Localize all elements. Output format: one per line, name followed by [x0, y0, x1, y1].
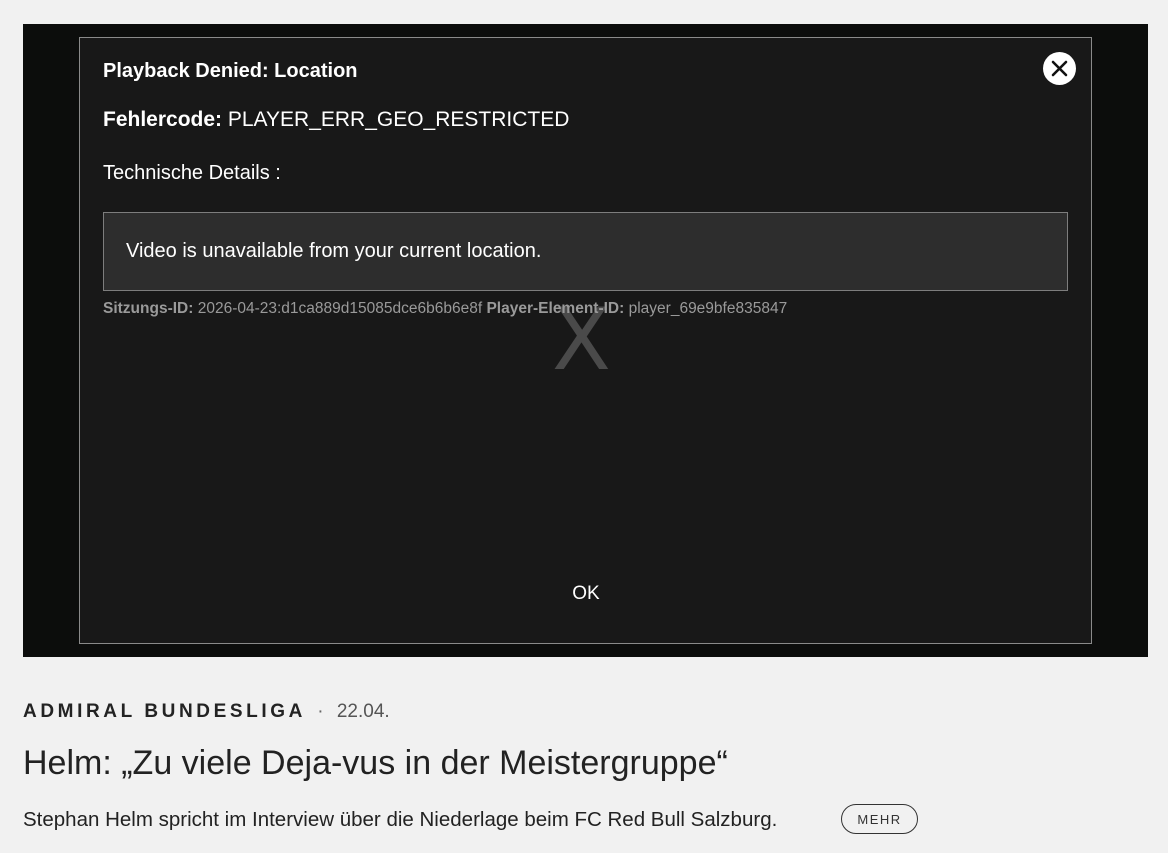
meta-separator: ·: [317, 701, 324, 722]
article-meta: ADMIRAL BUNDESLIGA · 22.04.: [23, 701, 390, 723]
session-info: Sitzungs-ID: 2026-04-23:d1ca889d15085dce…: [103, 300, 787, 318]
more-button[interactable]: MEHR: [841, 804, 918, 834]
error-message: Video is unavailable from your current l…: [126, 240, 542, 262]
technical-details-label: Technische Details :: [103, 162, 281, 184]
error-title: Playback Denied: Location: [103, 60, 358, 82]
league-label[interactable]: ADMIRAL BUNDESLIGA: [23, 701, 306, 722]
article-date: 22.04.: [336, 701, 390, 722]
error-dialog: Playback Denied: Location Fehlercode: PL…: [79, 37, 1092, 644]
close-icon: [1051, 60, 1068, 77]
article-headline[interactable]: Helm: „Zu viele Deja-vus in der Meisterg…: [23, 744, 728, 783]
close-button[interactable]: [1043, 52, 1076, 85]
error-code-label: Fehlercode:: [103, 108, 223, 131]
error-message-box: Video is unavailable from your current l…: [103, 212, 1068, 291]
player-element-id-label: Player-Element-ID:: [486, 300, 625, 317]
session-id-label: Sitzungs-ID:: [103, 300, 194, 317]
error-code: Fehlercode: PLAYER_ERR_GEO_RESTRICTED: [103, 108, 569, 132]
ok-button[interactable]: OK: [556, 580, 616, 608]
player-element-id-value: player_69e9bfe835847: [628, 300, 788, 317]
video-player: Playback Denied: Location Fehlercode: PL…: [23, 24, 1148, 657]
error-code-value: PLAYER_ERR_GEO_RESTRICTED: [227, 108, 570, 131]
article-teaser: Stephan Helm spricht im Interview über d…: [23, 808, 778, 831]
session-id-value: 2026-04-23:d1ca889d15085dce6b6b6e8f: [197, 300, 483, 317]
